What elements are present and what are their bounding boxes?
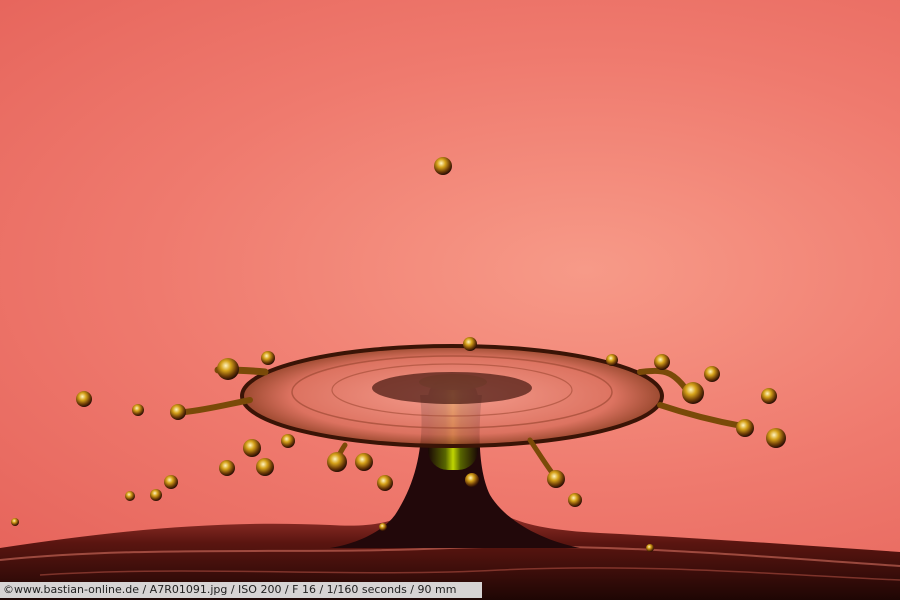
droplet bbox=[219, 460, 235, 476]
droplet bbox=[736, 419, 754, 437]
droplet bbox=[327, 452, 347, 472]
droplet bbox=[281, 434, 295, 448]
droplet bbox=[704, 366, 720, 382]
droplet bbox=[646, 544, 654, 552]
droplet bbox=[568, 493, 582, 507]
droplet bbox=[164, 475, 178, 489]
droplet bbox=[682, 382, 704, 404]
droplet bbox=[261, 351, 275, 365]
droplet bbox=[766, 428, 786, 448]
splash-scene bbox=[0, 157, 900, 600]
droplet bbox=[355, 453, 373, 471]
droplet bbox=[11, 518, 19, 526]
droplet bbox=[463, 337, 477, 351]
droplet bbox=[132, 404, 144, 416]
falling-droplet bbox=[434, 157, 452, 175]
droplet bbox=[654, 354, 670, 370]
droplet bbox=[761, 388, 777, 404]
droplet bbox=[377, 475, 393, 491]
droplet bbox=[125, 491, 135, 501]
droplet bbox=[606, 354, 618, 366]
photo-canvas: ©www.bastian-online.de / A7R01091.jpg / … bbox=[0, 0, 900, 600]
droplet bbox=[256, 458, 274, 476]
droplet bbox=[379, 523, 387, 531]
droplet bbox=[150, 489, 162, 501]
droplet bbox=[243, 439, 261, 457]
droplet bbox=[76, 391, 92, 407]
droplet bbox=[170, 404, 186, 420]
droplet bbox=[465, 473, 479, 487]
droplet bbox=[217, 358, 239, 380]
droplet bbox=[547, 470, 565, 488]
photo-caption: ©www.bastian-online.de / A7R01091.jpg / … bbox=[0, 582, 482, 598]
